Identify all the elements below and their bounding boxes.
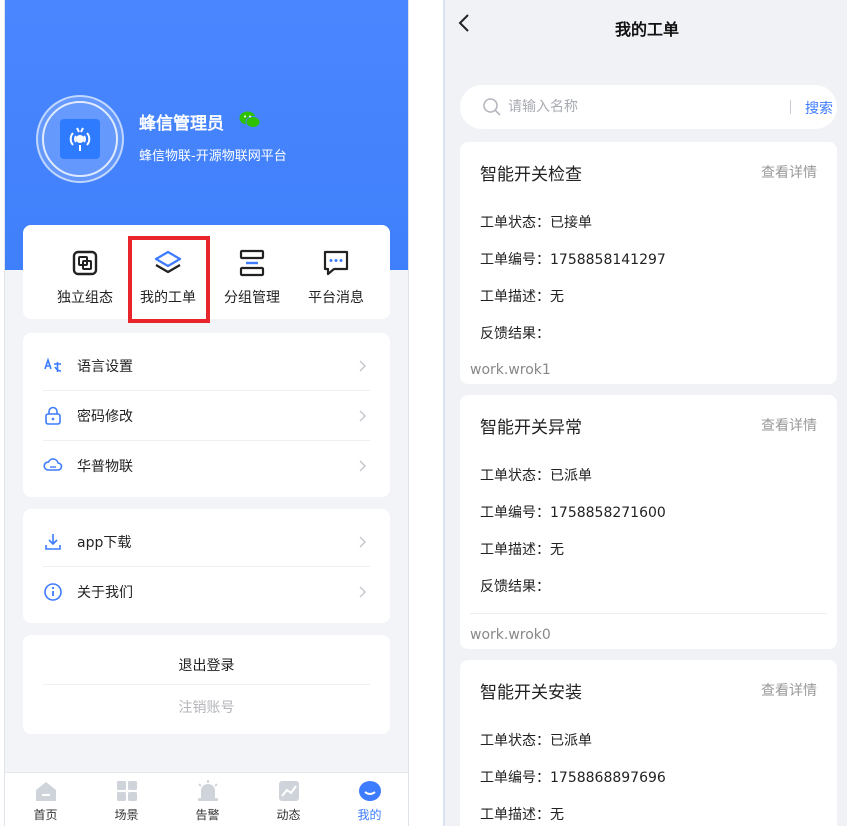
tab-activity[interactable]: 动态	[248, 773, 329, 826]
quick-action-platform-messages[interactable]: 平台消息	[294, 225, 378, 319]
chevron-right-icon	[359, 460, 366, 472]
layers-box-icon	[71, 249, 99, 277]
menu-item-password[interactable]: 密码修改	[43, 391, 370, 441]
work-order-status: 工单状态：已派单	[480, 733, 592, 749]
app-logo-icon	[60, 119, 100, 159]
chart-icon	[277, 779, 301, 803]
menu-item-language[interactable]: 语言设置	[43, 341, 370, 391]
work-order-description: 工单描述：无	[480, 807, 564, 823]
info-icon	[43, 582, 63, 602]
chevron-right-icon	[359, 586, 366, 598]
menu-item-huapu-iot[interactable]: 华普物联	[43, 441, 370, 491]
work-order-status: 工单状态：已派单	[480, 468, 592, 484]
work-order-number: 工单编号：1758858141297	[480, 252, 666, 268]
chevron-right-icon	[359, 360, 366, 372]
menu-item-app-download[interactable]: app下载	[43, 517, 370, 567]
profile-icon	[358, 779, 382, 803]
account-actions-card: 退出登录 注销账号	[23, 635, 390, 734]
work-order-description: 工单描述：无	[480, 542, 564, 558]
menu-item-about-us[interactable]: 关于我们	[43, 567, 370, 617]
user-name: 蜂信管理员	[139, 114, 224, 134]
page-title: 我的工单	[614, 20, 679, 39]
work-order-number: 工单编号：1758868897696	[480, 770, 666, 786]
view-details-link[interactable]: 查看详情	[761, 415, 817, 435]
group-icon	[238, 249, 266, 277]
work-order-card[interactable]: 智能开关安装 查看详情 工单状态：已派单 工单编号：1758868897696 …	[460, 660, 837, 826]
tab-mine[interactable]: 我的	[329, 773, 408, 826]
quick-action-group-management[interactable]: 分组管理	[210, 225, 294, 319]
work-order-title: 智能开关异常	[480, 418, 582, 438]
work-order-status: 工单状态：已接单	[480, 215, 592, 231]
tab-scene[interactable]: 场景	[86, 773, 167, 826]
work-order-feedback: 反馈结果：	[480, 326, 550, 342]
user-subtitle: 蜂信物联-开源物联网平台	[139, 149, 287, 164]
tab-home[interactable]: 首页	[5, 773, 86, 826]
profile-screen: 蜂信管理员 蜂信物联-开源物联网平台 独立组态 我的工单 分组管理 平台消息 语…	[4, 0, 409, 826]
highlight-annotation-box	[128, 236, 210, 323]
work-order-card[interactable]: 智能开关检查 查看详情 工单状态：已接单 工单编号：1758858141297 …	[460, 142, 837, 384]
about-menu-card: app下载 关于我们	[23, 509, 390, 623]
grid-icon	[115, 779, 139, 803]
cancel-account-button[interactable]: 注销账号	[23, 697, 390, 717]
work-order-number: 工单编号：1758858271600	[480, 505, 666, 521]
work-order-footer: work.wrok0	[470, 627, 551, 643]
alarm-icon	[196, 779, 220, 803]
download-icon	[43, 532, 63, 552]
tab-alarm[interactable]: 告警	[167, 773, 248, 826]
quick-action-standalone-config[interactable]: 独立组态	[43, 225, 127, 319]
translate-icon	[43, 356, 63, 376]
work-order-title: 智能开关检查	[480, 165, 582, 185]
logout-button[interactable]: 退出登录	[23, 655, 390, 675]
chevron-right-icon	[359, 410, 366, 422]
search-icon	[483, 98, 501, 116]
work-order-description: 工单描述：无	[480, 289, 564, 305]
chevron-right-icon	[359, 536, 366, 548]
cloud-icon	[43, 456, 63, 476]
wechat-icon[interactable]	[239, 110, 261, 130]
work-order-footer: work.wrok1	[470, 362, 551, 378]
work-order-card[interactable]: 智能开关异常 查看详情 工单状态：已派单 工单编号：1758858271600 …	[460, 395, 837, 649]
view-details-link[interactable]: 查看详情	[761, 162, 817, 182]
search-input[interactable]	[508, 96, 758, 118]
work-orders-screen: 我的工单 搜索 智能开关检查 查看详情 工单状态：已接单 工单编号：175885…	[443, 0, 847, 826]
work-order-feedback: 反馈结果：	[480, 579, 550, 595]
avatar[interactable]	[36, 95, 124, 183]
message-icon	[322, 249, 350, 277]
nav-bar: 我的工单	[445, 0, 847, 52]
home-icon	[34, 779, 58, 803]
lock-icon	[43, 406, 63, 426]
bottom-tab-bar: 首页 场景 告警 动态 我的	[5, 772, 408, 826]
work-order-title: 智能开关安装	[480, 683, 582, 703]
settings-menu-card: 语言设置 密码修改 华普物联	[23, 333, 390, 497]
search-button[interactable]: 搜索	[805, 98, 833, 118]
view-details-link[interactable]: 查看详情	[761, 680, 817, 700]
search-bar: 搜索	[460, 85, 837, 129]
